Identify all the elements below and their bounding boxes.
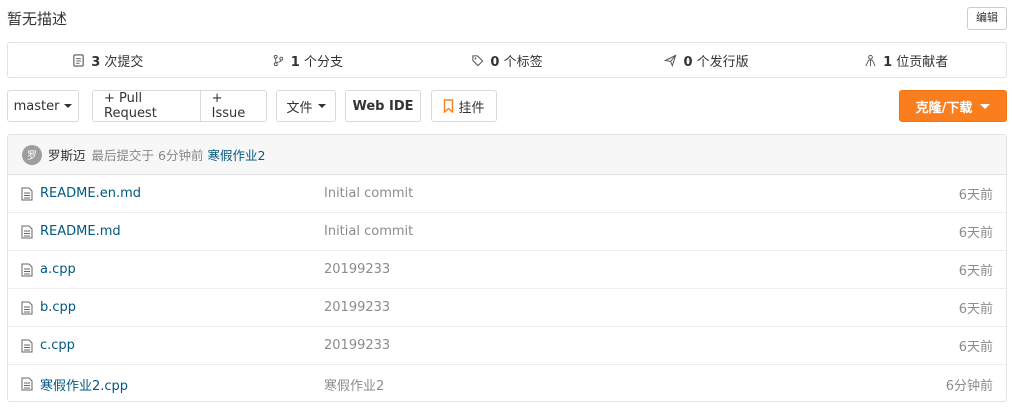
file-row: a.cpp 20199233 6天前	[8, 251, 1006, 289]
chevron-down-icon	[317, 104, 326, 108]
file-list: 罗 罗斯迈 最后提交于 6分钟前 寒假作业2 README.en.md Init…	[7, 134, 1007, 402]
stat-releases[interactable]: 0 个发行版	[607, 43, 807, 77]
stat-tags-label: 个标签	[503, 54, 543, 70]
repo-description: 暂无描述	[7, 10, 68, 28]
file-time: 6天前	[958, 188, 993, 203]
file-commit-message[interactable]: 20199233	[324, 262, 390, 277]
chevron-down-icon	[64, 104, 73, 108]
file-row: c.cpp 20199233 6天前	[8, 327, 1006, 365]
repo-toolbar: master + Pull Request + Issue 文件 Web IDE…	[7, 90, 1007, 122]
branch-name: master	[13, 98, 60, 114]
file-commit-message[interactable]: 20199233	[324, 300, 390, 315]
file-name-link[interactable]: README.en.md	[40, 186, 141, 201]
commit-icon	[73, 53, 84, 67]
file-name-link[interactable]: b.cpp	[40, 300, 76, 315]
file-icon	[21, 377, 33, 391]
stat-contributors[interactable]: 1 位贡献者	[806, 43, 1006, 77]
file-name-link[interactable]: c.cpp	[40, 338, 75, 353]
stat-contributors-count: 1	[883, 54, 893, 70]
file-menu-button[interactable]: 文件	[276, 90, 336, 122]
branch-select[interactable]: master	[7, 90, 79, 122]
clone-download-button[interactable]: 克隆/下载	[899, 90, 1007, 122]
file-icon	[21, 187, 33, 201]
stat-contributors-label: 位贡献者	[896, 54, 949, 70]
stat-branches-count: 1	[290, 54, 300, 70]
file-commit-message[interactable]: 20199233	[324, 338, 390, 353]
repo-stats-bar: 3 次提交 1 个分支 0 个标签 0 个发行版 1 位贡献者	[7, 42, 1007, 78]
file-icon	[21, 301, 33, 315]
commit-message-link[interactable]: 寒假作业2	[207, 145, 265, 164]
file-icon	[21, 225, 33, 239]
widget-button[interactable]: 挂件	[431, 90, 497, 122]
bookmark-icon	[444, 99, 454, 113]
branch-icon	[273, 54, 284, 66]
stat-tags[interactable]: 0 个标签	[407, 43, 607, 77]
file-commit-message[interactable]: Initial commit	[324, 186, 413, 201]
file-commit-message[interactable]: Initial commit	[324, 224, 413, 239]
clone-download-label: 克隆/下载	[915, 100, 973, 116]
pr-issue-group: + Pull Request + Issue	[92, 90, 267, 122]
file-icon	[21, 263, 33, 277]
stat-branches[interactable]: 1 个分支	[208, 43, 408, 77]
commit-time: 最后提交于 6分钟前	[91, 148, 204, 163]
web-ide-button[interactable]: Web IDE	[345, 90, 421, 122]
file-commit-message[interactable]: 寒假作业2	[324, 375, 384, 394]
file-time: 6天前	[958, 340, 993, 355]
release-icon	[664, 53, 677, 67]
stat-commits[interactable]: 3 次提交	[8, 43, 208, 77]
stat-commits-label: 次提交	[104, 54, 144, 70]
last-commit-bar: 罗 罗斯迈 最后提交于 6分钟前 寒假作业2	[8, 135, 1006, 175]
file-row: README.md Initial commit 6天前	[8, 213, 1006, 251]
contributors-icon	[865, 54, 876, 66]
tag-icon	[472, 54, 484, 66]
file-row: 寒假作业2.cpp 寒假作业2 6分钟前	[8, 365, 1006, 401]
stat-releases-label: 个发行版	[696, 54, 749, 70]
file-name-link[interactable]: README.md	[40, 224, 121, 239]
file-time: 6天前	[958, 264, 993, 279]
avatar[interactable]: 罗	[22, 144, 42, 165]
file-time: 6天前	[958, 302, 993, 317]
stat-commits-count: 3	[91, 54, 101, 70]
edit-description-button[interactable]: 编辑	[967, 7, 1007, 30]
file-row: README.en.md Initial commit 6天前	[8, 175, 1006, 213]
file-icon	[21, 339, 33, 353]
widget-label: 挂件	[458, 100, 485, 116]
chevron-down-icon	[980, 103, 991, 109]
commit-author[interactable]: 罗斯迈	[48, 145, 86, 164]
file-menu-label: 文件	[286, 100, 313, 116]
stat-tags-count: 0	[490, 54, 500, 70]
new-pull-request-button[interactable]: + Pull Request	[93, 91, 200, 121]
file-name-link[interactable]: a.cpp	[40, 262, 76, 277]
file-name-link[interactable]: 寒假作业2.cpp	[40, 375, 128, 394]
file-time: 6分钟前	[945, 378, 993, 394]
new-issue-button[interactable]: + Issue	[199, 91, 266, 121]
file-row: b.cpp 20199233 6天前	[8, 289, 1006, 327]
file-time: 6天前	[958, 226, 993, 241]
stat-branches-label: 个分支	[303, 54, 343, 70]
stat-releases-count: 0	[683, 54, 693, 70]
